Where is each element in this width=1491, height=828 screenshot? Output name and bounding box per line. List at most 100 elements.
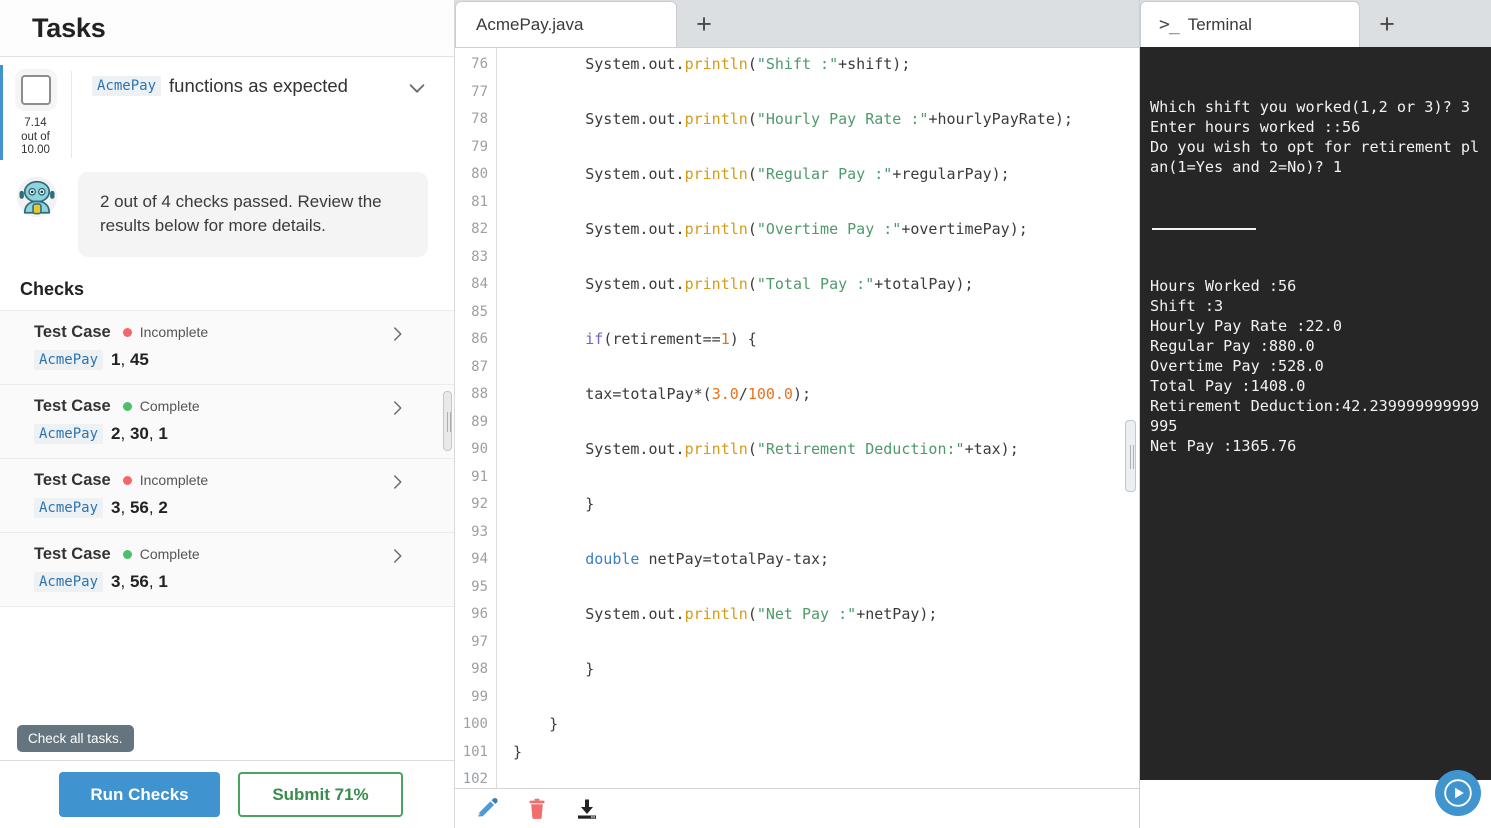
tab-terminal[interactable]: >_ Terminal [1140,1,1360,47]
terminal-separator-rule [1152,228,1256,230]
line-number: 100 [462,716,488,732]
run-checks-button[interactable]: Run Checks [59,772,220,817]
check-status-label: Complete [139,546,200,563]
code-area[interactable]: 76 77 78 79 80 81 82 83 84 85 86 87 88 89 90 91 92 93 94 95… [455,47,1139,788]
line-number: 77 [471,83,488,100]
line-number: 99 [471,688,488,705]
line-number: 90 [471,441,488,457]
line-number: 98 [471,661,488,677]
code-line[interactable] [513,684,1139,712]
chevron-right-icon[interactable] [388,473,406,491]
page-title: Tasks [32,12,106,43]
line-number: 78 [471,111,488,127]
terminal-prompt-icon: >_ [1159,14,1180,35]
check-status-label: Incomplete [139,472,209,489]
editor-tabbar: AcmePay.java + [455,0,1139,47]
code-line[interactable]: double netPay=totalPay-tax; [513,546,1139,574]
code-line[interactable] [513,79,1139,107]
code-line[interactable]: } [513,491,1139,519]
terminal-output[interactable]: Which shift you worked(1,2 or 3)? 3 Ente… [1140,47,1491,780]
terminal-tab-label: Terminal [1187,14,1252,34]
code-line[interactable] [513,189,1139,217]
line-number: 89 [471,413,488,430]
check-status-label: Complete [139,398,200,415]
checks-scrollbar-thumb[interactable] [443,390,452,451]
line-number: 83 [471,248,488,265]
check-item[interactable]: Test Case Incomplete AcmePay 1, 45 [0,310,454,385]
code-line[interactable] [513,519,1139,547]
run-program-button[interactable] [1435,770,1481,816]
line-number: 95 [471,578,488,595]
check-item[interactable]: Test Case Complete AcmePay 3, 56, 1 [0,532,454,607]
check-title: Test Case [34,396,111,415]
check-all-tooltip: Check all tasks. [17,725,134,752]
check-status-label: Incomplete [139,324,209,341]
sidebar-footer: Run Checks Submit 71% [0,760,454,828]
code-line[interactable] [513,574,1139,602]
code-line[interactable]: System.out.println("Shift :"+shift); [513,51,1139,79]
robot-avatar-icon [16,176,58,218]
line-number: 91 [471,468,488,485]
chevron-down-icon[interactable] [406,77,428,99]
code-line[interactable] [513,354,1139,382]
download-icon[interactable] [575,797,599,821]
code-line[interactable]: System.out.println("Total Pay :"+totalPa… [513,271,1139,299]
task-score: 7.14 out of 10.00 [21,117,50,158]
line-number: 97 [471,633,488,650]
code-line[interactable]: } [513,711,1139,739]
submit-button[interactable]: Submit 71% [238,772,403,817]
line-number: 79 [471,138,488,155]
code-line[interactable]: System.out.println("Hourly Pay Rate :"+h… [513,106,1139,134]
check-item[interactable]: Test Case Complete AcmePay 2, 30, 1 [0,384,454,459]
code-content[interactable]: System.out.println("Shift :"+shift); Sys… [497,48,1139,788]
code-line[interactable]: System.out.println("Overtime Pay :"+over… [513,216,1139,244]
line-number: 94 [471,551,488,567]
status-badge [122,549,132,559]
status-badge [122,327,132,337]
code-line[interactable]: if(retirement==1) { [513,326,1139,354]
line-number: 101 [462,743,488,760]
code-line[interactable]: } [513,739,1139,767]
new-tab-icon[interactable]: + [677,1,731,47]
code-line[interactable] [513,299,1139,327]
code-line[interactable]: System.out.println("Retirement Deduction… [513,436,1139,464]
status-badge [122,401,132,411]
code-line[interactable] [513,464,1139,492]
terminal-output-prompt-block: Which shift you worked(1,2 or 3)? 3 Ente… [1150,98,1480,176]
check-title: Test Case [34,322,111,341]
code-line[interactable]: tax=totalPay*(3.0/100.0); [513,381,1139,409]
code-line[interactable]: System.out.println("Net Pay :"+netPay); [513,601,1139,629]
check-args: 2, 30, 1 [111,423,168,443]
sidebar-header: Tasks [0,0,454,57]
code-line[interactable] [513,244,1139,272]
code-line[interactable] [513,409,1139,437]
chevron-right-icon[interactable] [388,547,406,565]
check-args: 3, 56, 1 [111,571,168,591]
task-chip: AcmePay [92,76,162,96]
check-args: 1, 45 [111,349,149,369]
code-line[interactable] [513,766,1139,788]
check-chip: AcmePay [34,497,104,518]
terminal-output-result-block: Hours Worked :56 Shift :3 Hourly Pay Rat… [1150,277,1480,455]
score-value: 7.14 [24,117,47,129]
line-number: 88 [471,386,488,402]
pencil-icon[interactable] [475,797,499,821]
editor-scrollbar-thumb[interactable] [1125,420,1136,492]
chevron-right-icon[interactable] [388,325,406,343]
task-checkbox[interactable] [20,75,51,105]
checks-scrollbar[interactable] [442,311,452,760]
code-line[interactable]: System.out.println("Regular Pay :"+regul… [513,161,1139,189]
score-outof-label: out of [21,130,50,143]
code-line[interactable]: } [513,656,1139,684]
task-row[interactable]: 7.14 out of 10.00 AcmePay functions as e… [0,57,454,168]
terminal-tabbar: >_ Terminal + [1140,0,1491,47]
tab-acmepay-java[interactable]: AcmePay.java [455,1,677,47]
chevron-right-icon[interactable] [388,399,406,417]
new-terminal-tab-icon[interactable]: + [1360,1,1414,47]
check-item[interactable]: Test Case Incomplete AcmePay 3, 56, 2 [0,458,454,533]
code-line[interactable] [513,629,1139,657]
trash-icon[interactable] [525,797,549,821]
code-line[interactable] [513,134,1139,162]
task-accent-bar [0,65,3,160]
check-chip: AcmePay [34,349,104,370]
